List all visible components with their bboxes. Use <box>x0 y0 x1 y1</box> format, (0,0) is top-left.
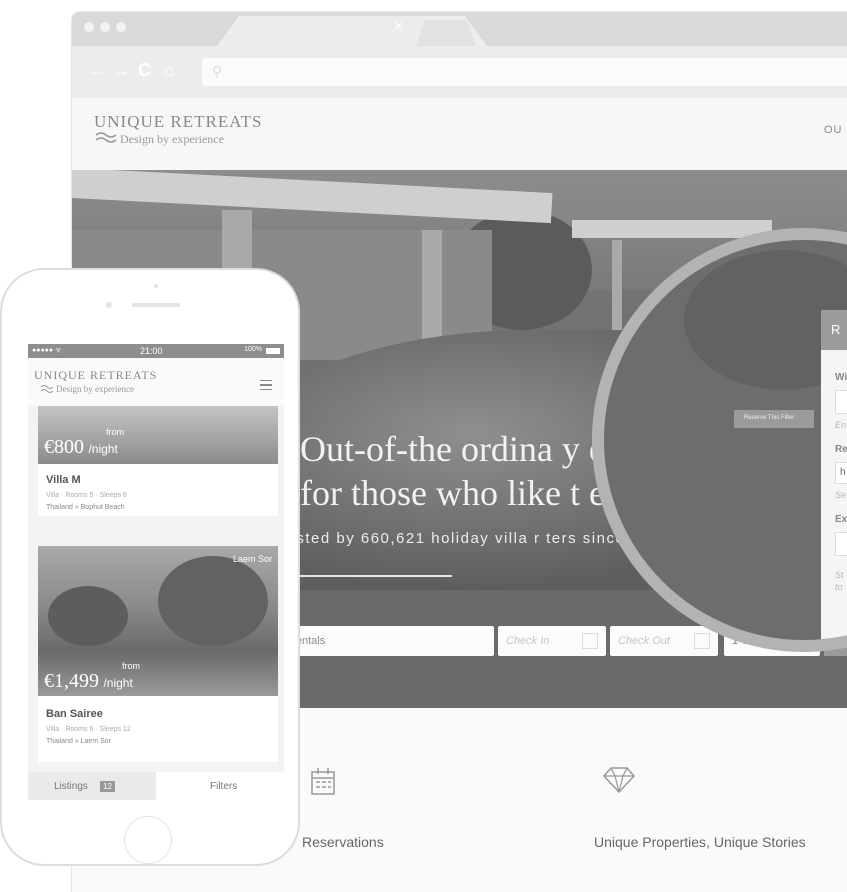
calendar-icon <box>694 633 710 649</box>
lens-field1-input[interactable] <box>835 390 847 414</box>
phone-screen: ●●●●● ᯤ 21:00 100% UNIQUE RETREATS Desig… <box>28 344 284 800</box>
listing-location: Thailand » Bophut Beach <box>46 504 125 511</box>
rentals-select[interactable]: ll Rentals ⇕ <box>272 626 494 656</box>
price-amount: €1,499 <box>44 670 99 692</box>
location-badge: Laem Sor <box>232 554 272 564</box>
signal-icon: ●●●●● ᯤ <box>32 347 62 354</box>
phone-frame: ●●●●● ᯤ 21:00 100% UNIQUE RETREATS Desig… <box>0 268 300 866</box>
lens-toolbar-text: Reserve This Filter <box>744 415 795 421</box>
window-minimize-dot[interactable] <box>100 22 110 32</box>
listing-card[interactable]: from €800 /night Villa M Villa · Rooms 5… <box>38 406 278 516</box>
listing-meta: Villa · Rooms 5 · Sleeps 8 <box>46 492 127 499</box>
palm-trees <box>48 586 128 646</box>
status-time: 21:00 <box>140 346 163 356</box>
pavilion-roof <box>572 220 772 238</box>
waves-logo-icon <box>95 132 117 143</box>
hero-divider <box>282 575 452 577</box>
calendar-icon <box>311 768 335 795</box>
lens-field1-label: Wi <box>835 372 847 383</box>
lens-field2-input[interactable]: h <box>835 462 847 484</box>
menu-icon[interactable] <box>260 380 272 390</box>
check-in-input[interactable]: Check In <box>498 626 606 656</box>
listings-count-badge: 12 <box>100 781 115 792</box>
tab-listings-label: Listings <box>54 781 88 792</box>
phone-status-bar: ●●●●● ᯤ 21:00 100% <box>28 344 284 358</box>
lens-filter-toolbar[interactable]: Reserve This Filter <box>734 410 814 428</box>
address-bar[interactable]: ⚲ <box>202 58 847 86</box>
phone-site-header: UNIQUE RETREATS Design by experience <box>28 358 284 406</box>
lens-field2-hint: Se <box>835 490 847 500</box>
palm-trees <box>158 556 268 646</box>
phone-tab-bar: Listings 12 Filters <box>28 772 284 800</box>
lens-panel-title: R <box>831 322 841 337</box>
lens-field3-input[interactable] <box>835 532 847 556</box>
check-in-placeholder: Check In <box>506 635 550 647</box>
tab-close-icon[interactable]: × <box>394 18 403 36</box>
battery-percent: 100% <box>244 346 262 353</box>
villa-pillar <box>422 230 442 350</box>
site-logo-name[interactable]: UNIQUE RETREATS <box>94 112 262 132</box>
feature-title-unique-properties: Unique Properties, Unique Stories <box>594 834 806 850</box>
listing-card[interactable]: Laem Sor from €1,499 /night Ban Sairee V… <box>38 546 278 762</box>
reload-icon[interactable]: C <box>138 60 151 81</box>
price-amount: €800 <box>44 436 84 458</box>
phone-camera <box>106 302 112 308</box>
window-maximize-dot[interactable] <box>116 22 126 32</box>
pavilion-pillar <box>612 240 622 330</box>
back-arrow-icon[interactable]: ← <box>88 60 106 81</box>
nav-link-partial[interactable]: OU <box>824 124 843 136</box>
waves-logo-icon <box>40 385 54 393</box>
listing-price: from €800 /night <box>44 427 124 459</box>
price-from-label: from <box>106 427 124 437</box>
diamond-icon <box>602 767 636 794</box>
lens-field3-hint: St <box>835 570 844 580</box>
browser-titlebar: × <box>72 12 847 46</box>
lens-field2-label: Re <box>835 444 847 455</box>
phone-logo-name[interactable]: UNIQUE RETREATS <box>34 368 157 383</box>
site-logo-tagline: Design by experience <box>120 132 224 146</box>
lens-reservation-panel: R Wi En Re h Se Ex St to <box>821 310 847 640</box>
price-from-label: from <box>122 661 140 671</box>
listing-location: Thailand » Laem Sor <box>46 738 111 745</box>
listing-name: Ban Sairee <box>46 708 103 720</box>
listing-meta: Villa · Rooms 6 · Sleeps 12 <box>46 726 131 733</box>
phone-home-button[interactable] <box>124 816 172 864</box>
new-tab-button[interactable] <box>416 20 476 46</box>
select-arrows-icon: ⇕ <box>280 634 488 645</box>
forward-arrow-icon[interactable]: → <box>112 60 130 81</box>
listing-price: from €1,499 /night <box>44 661 140 693</box>
listing-name: Villa M <box>46 474 81 486</box>
search-icon: ⚲ <box>212 63 223 79</box>
check-out-placeholder: Check Out <box>618 635 670 647</box>
lens-field1-hint: En <box>835 420 847 430</box>
tab-filters-label: Filters <box>210 781 238 792</box>
battery-icon <box>266 348 280 354</box>
phone-sensor <box>154 284 158 288</box>
price-unit: /night <box>103 676 133 690</box>
feature-title-reservations: Reservations <box>302 834 384 850</box>
site-header: UNIQUE RETREATS Design by experience OU <box>72 98 847 170</box>
tab-filters[interactable]: Filters <box>156 772 284 800</box>
home-icon[interactable]: ⌂ <box>164 60 175 81</box>
window-close-dot[interactable] <box>84 22 94 32</box>
check-out-input[interactable]: Check Out <box>610 626 718 656</box>
tab-listings[interactable]: Listings 12 <box>28 772 156 800</box>
lens-field3-label: Ex <box>835 514 847 525</box>
browser-toolbar: ← → C ⌂ ⚲ <box>72 46 847 98</box>
phone-speaker <box>132 303 180 307</box>
price-unit: /night <box>88 442 118 456</box>
lens-field3-hint-2: to <box>835 582 843 592</box>
lens-panel-header: R <box>821 310 847 350</box>
phone-logo-tagline: Design by experience <box>56 384 134 394</box>
calendar-icon <box>582 633 598 649</box>
